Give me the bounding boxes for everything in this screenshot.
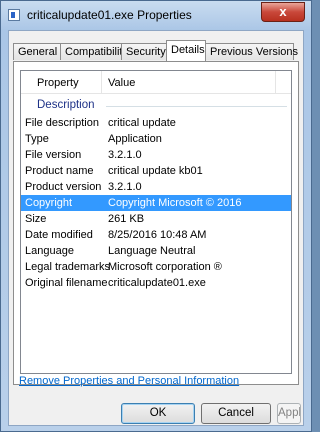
property-value: 261 KB: [108, 213, 145, 225]
property-value: Copyright Microsoft © 2016: [108, 197, 242, 209]
column-header-value[interactable]: Value: [108, 77, 135, 89]
close-button[interactable]: x: [261, 2, 305, 22]
list-item[interactable]: Size 261 KB: [21, 211, 291, 227]
group-label: Description: [37, 99, 95, 111]
details-panel: Property Value Description File descript…: [13, 61, 299, 385]
list-item[interactable]: File description critical update: [21, 115, 291, 131]
file-icon: [8, 9, 20, 21]
property-value: 3.2.1.0: [108, 181, 142, 193]
property-name: File description: [25, 117, 99, 129]
property-value: Language Neutral: [108, 245, 196, 257]
details-list[interactable]: Property Value Description File descript…: [20, 70, 292, 374]
property-name: Language: [25, 245, 74, 257]
list-item[interactable]: Type Application: [21, 131, 291, 147]
property-value: 3.2.1.0: [108, 149, 142, 161]
list-item[interactable]: Date modified 8/25/2016 10:48 AM: [21, 227, 291, 243]
property-value: Application: [108, 133, 162, 145]
close-icon: x: [279, 4, 287, 19]
property-value: criticalupdate01.exe: [108, 277, 206, 289]
property-name: Size: [25, 213, 47, 225]
tab-general[interactable]: General: [13, 43, 61, 60]
properties-window: criticalupdate01.exe Properties x Genera…: [0, 0, 312, 432]
column-divider[interactable]: [101, 71, 102, 93]
list-item[interactable]: Product name critical update kb01: [21, 163, 291, 179]
apply-button[interactable]: Apply: [277, 403, 301, 424]
property-name: Date modified: [25, 229, 93, 241]
list-header: Property Value: [21, 71, 291, 94]
property-value: critical update: [108, 117, 176, 129]
list-item[interactable]: Original filename criticalupdate01.exe: [21, 275, 291, 291]
column-divider[interactable]: [275, 71, 276, 93]
property-name: Product version: [25, 181, 102, 193]
property-value: Microsoft corporation ®: [108, 261, 222, 273]
property-name: Product name: [25, 165, 94, 177]
property-value: critical update kb01: [108, 165, 203, 177]
dialog-client: General Compatibility Security Details P…: [8, 30, 304, 426]
list-item-selected[interactable]: Copyright Copyright Microsoft © 2016: [21, 195, 291, 211]
property-name: Legal trademarks: [25, 261, 110, 273]
group-divider: [106, 106, 287, 107]
window-title: criticalupdate01.exe Properties: [27, 8, 192, 22]
property-name: File version: [25, 149, 82, 161]
tab-details[interactable]: Details: [166, 40, 206, 61]
list-item[interactable]: Product version 3.2.1.0: [21, 179, 291, 195]
ok-button[interactable]: OK: [121, 403, 195, 424]
list-item[interactable]: Legal trademarks Microsoft corporation ®: [21, 259, 291, 275]
tab-previous-versions[interactable]: Previous Versions: [205, 43, 298, 60]
remove-properties-link[interactable]: Remove Properties and Personal Informati…: [19, 375, 239, 387]
list-item[interactable]: Language Language Neutral: [21, 243, 291, 259]
tab-compatibility[interactable]: Compatibility: [60, 43, 128, 60]
list-item[interactable]: File version 3.2.1.0: [21, 147, 291, 163]
property-value: 8/25/2016 10:48 AM: [108, 229, 207, 241]
property-name: Original filename: [25, 277, 108, 289]
property-name: Type: [25, 133, 49, 145]
column-header-property[interactable]: Property: [37, 77, 79, 89]
property-name: Copyright: [25, 197, 73, 209]
group-header: Description: [21, 98, 291, 113]
tab-security[interactable]: Security: [121, 43, 167, 60]
title-bar[interactable]: criticalupdate01.exe Properties x: [1, 1, 311, 29]
cancel-button[interactable]: Cancel: [201, 403, 271, 424]
